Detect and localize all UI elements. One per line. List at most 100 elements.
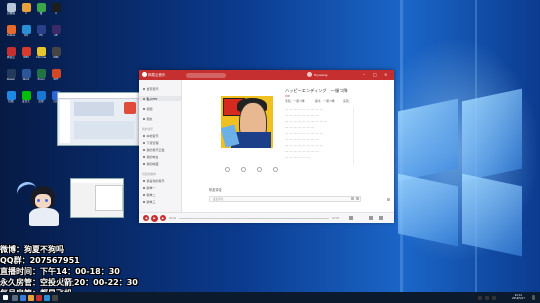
background-window-panel [74,102,114,116]
desktop-shortcut[interactable]: 回收站 [3,3,19,23]
windows-logo-pane [462,88,522,182]
notification-icon[interactable] [532,295,535,300]
download-icon [143,142,145,144]
progress-bar[interactable] [179,218,329,219]
sidebar-item-discover[interactable]: 发现音乐 [143,87,159,91]
avatar-eye [45,199,48,202]
sidebar-item-favorites[interactable]: 我的收藏 [143,162,159,166]
obs-taskbar-icon[interactable] [52,294,58,301]
heart-icon [143,180,145,182]
sidebar-item-radio[interactable]: 我的电台 [143,155,159,159]
sidebar-item-downloads[interactable]: 下载管理 [143,141,159,145]
app-shortcut-icon [36,3,46,12]
at-icon[interactable] [356,197,359,200]
overlay-schedule-afternoon: 直播时间：下午14：00-18：30 [0,267,120,276]
titlebar-search-input[interactable] [186,72,226,78]
playlist-icon [143,187,145,189]
account-name[interactable]: Hyuaeng [314,73,327,77]
desktop-shortcut[interactable]: WPS [18,47,34,67]
radio-icon [143,98,145,100]
friends-icon [143,118,145,120]
search-icon[interactable] [12,294,18,301]
app-shortcut-icon [51,25,61,34]
share-icon[interactable] [273,167,278,172]
lyric-line: ― ― ― ― ― ― ― ― [285,113,319,117]
cloud-icon [143,149,145,151]
app-shortcut-icon [21,25,31,34]
sidebar-item-playlist[interactable]: 歌单三 [143,200,156,204]
desktop-shortcut[interactable]: Excel [33,69,49,89]
file-explorer-icon[interactable] [28,294,34,301]
taskbar: 22:12 2019/5/17 [0,292,540,303]
emoji-icon[interactable] [351,197,354,200]
windows-logo-pane [398,173,458,247]
desktop-shortcut[interactable]: 优酷 [3,91,19,111]
desktop-shortcut[interactable]: 微 [33,3,49,23]
like-icon[interactable] [225,167,230,172]
download-icon[interactable] [257,167,262,172]
lyric-scrollbar[interactable] [353,107,354,165]
play-icon[interactable]: ▶ [151,214,158,222]
comment-input[interactable]: 发表评论 [209,196,361,202]
volume-tray-icon[interactable] [485,295,489,300]
lyric-line: ― ― ― ― ― ― ― ― ― [285,107,324,111]
minimize-icon[interactable]: – [363,72,365,77]
next-icon[interactable]: ▶ [160,215,166,221]
user-avatar[interactable] [307,72,312,77]
sidebar-item-video[interactable]: 视频 [143,107,153,111]
star-icon [143,163,145,165]
close-icon[interactable]: × [384,72,387,77]
qq-taskbar-icon[interactable] [44,294,50,301]
playlist-icon[interactable] [369,216,373,220]
sidebar-item-liked[interactable]: 我喜欢的音乐 [143,179,165,183]
desktop-shortcut-label: Steam [6,78,16,81]
desktop-shortcut[interactable]: Firefox [3,25,19,45]
desktop-shortcut[interactable]: Chrome [33,47,49,67]
input-method-icon[interactable] [492,295,496,300]
desktop-shortcut[interactable]: 网易云 [3,47,19,67]
music-app-window: 网易云音乐 Hyuaeng – □ × 发现音乐 私人FM 视频 朋友 我的音乐… [139,70,394,223]
desktop-shortcut[interactable]: 爱奇艺 [18,91,34,111]
network-icon[interactable] [478,295,482,300]
desktop-shortcut[interactable]: 2 [18,3,34,23]
cover-decoration [221,124,240,148]
desktop-shortcut[interactable]: 迅雷 [33,91,49,111]
sidebar-item-playlist[interactable]: 歌单一 [143,186,156,190]
lyrics-icon[interactable] [379,216,383,220]
desktop-shortcut[interactable]: AE [48,25,64,45]
app-titlebar[interactable]: 网易云音乐 Hyuaeng – □ × [139,70,394,80]
background-window-panel [74,121,134,139]
app-shortcut-icon [21,47,31,56]
netease-taskbar-icon[interactable] [36,294,42,301]
previous-icon[interactable]: ◀ [143,215,149,221]
artist-line[interactable]: 歌手：一服つ隊 [315,99,335,103]
sidebar-item-fm[interactable]: 私人FM [143,97,157,101]
task-view-icon[interactable] [20,294,26,301]
sidebar-item-playlist[interactable]: 歌单二 [143,193,156,197]
desktop-shortcut[interactable]: PS [33,25,49,45]
sidebar-item-friends[interactable]: 朋友 [143,117,153,121]
desktop-shortcut[interactable]: PPT [48,69,64,89]
sidebar-item-cloud[interactable]: 我的音乐云盘 [143,148,165,152]
scroll-indicator[interactable] [387,198,390,201]
album-cover [221,96,273,148]
app-shortcut-icon [21,69,31,78]
start-icon[interactable] [3,295,8,300]
desktop-shortcut[interactable]: OBS [48,47,64,67]
maximize-icon[interactable]: □ [373,72,377,77]
background-window-titlebar [58,93,140,99]
background-window [57,92,141,146]
album-line[interactable]: 专辑：一服つ隊 [285,99,305,103]
collect-icon[interactable] [241,167,246,172]
source-line[interactable]: 来源： [343,99,351,103]
desktop-shortcut[interactable]: Word [18,69,34,89]
overlay-qq-group: QQ群：207567951 [0,256,80,265]
taskbar-clock[interactable]: 22:12 2019/5/17 [512,294,525,300]
volume-icon[interactable] [349,216,353,220]
desktop-shortcut[interactable]: QQ [18,25,34,45]
app-shortcut-icon [21,3,31,12]
sidebar-item-local[interactable]: 本地音乐 [143,134,159,138]
desktop-shortcut[interactable]: A [48,3,64,23]
desktop-shortcut[interactable]: Steam [3,69,19,89]
app-shortcut-icon [36,69,46,78]
